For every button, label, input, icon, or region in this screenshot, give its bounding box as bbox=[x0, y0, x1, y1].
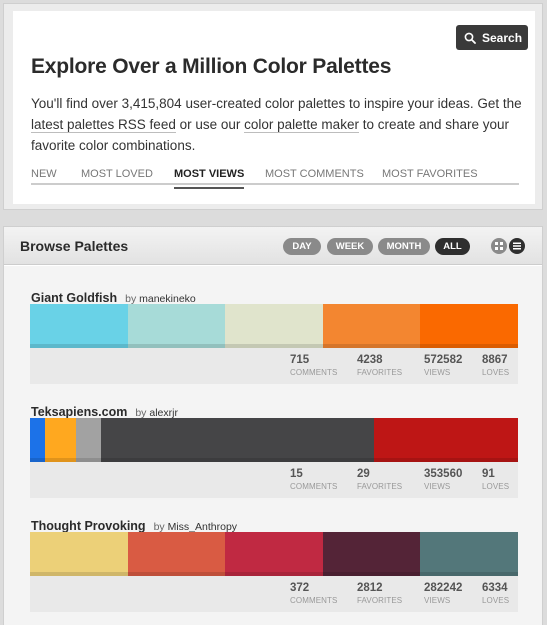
comments-label: COMMENTS bbox=[290, 368, 338, 377]
search-button-label: Search bbox=[482, 30, 523, 45]
palette-swatches[interactable] bbox=[30, 418, 518, 462]
loves-count: 91 bbox=[482, 468, 495, 480]
comments-count: 15 bbox=[290, 468, 303, 480]
color-swatch[interactable] bbox=[225, 304, 323, 348]
palette-card: Thought Provoking by Miss_Anthropy 372 COM… bbox=[30, 519, 518, 612]
palette-list: Giant Goldfish by manekineko 715 COMMENTS … bbox=[4, 266, 542, 625]
views-count: 572582 bbox=[424, 354, 463, 366]
browse-title: Browse Palettes bbox=[20, 238, 129, 254]
palette-card: Giant Goldfish by manekineko 715 COMMENTS … bbox=[30, 291, 518, 384]
filter-week-button[interactable]: WEEK bbox=[327, 238, 373, 255]
loves-count: 6334 bbox=[482, 582, 508, 594]
favorites-label: FAVORITES bbox=[357, 596, 403, 605]
color-swatch[interactable] bbox=[30, 532, 128, 576]
comments-label: COMMENTS bbox=[290, 596, 338, 605]
loves-label: LOVES bbox=[482, 596, 510, 605]
color-swatch[interactable] bbox=[374, 418, 518, 462]
stat-favorites: 2812 FAVORITES bbox=[357, 582, 402, 605]
comments-count: 715 bbox=[290, 354, 310, 366]
search-button[interactable]: Search bbox=[456, 25, 528, 50]
palette-card: Teksapiens.com by alexrjr 15 COMMENTS 29 FA… bbox=[30, 405, 518, 498]
stat-loves: 8867 LOVES bbox=[482, 354, 509, 377]
browse-panel: Browse Palettes DAY WEEK MONTH ALL Giant… bbox=[3, 226, 543, 625]
stat-loves: 6334 LOVES bbox=[482, 582, 509, 605]
palette-name[interactable]: Thought Provoking bbox=[31, 519, 146, 533]
palette-swatches[interactable] bbox=[30, 304, 518, 348]
stat-comments: 715 COMMENTS bbox=[290, 354, 337, 377]
browse-header: Browse Palettes DAY WEEK MONTH ALL bbox=[4, 227, 542, 265]
palette-title: Giant Goldfish by manekineko bbox=[31, 291, 196, 305]
palette-name[interactable]: Giant Goldfish bbox=[31, 291, 117, 305]
comments-label: COMMENTS bbox=[290, 482, 338, 491]
stat-favorites: 4238 FAVORITES bbox=[357, 354, 402, 377]
filter-month-button[interactable]: MONTH bbox=[378, 238, 430, 255]
comments-count: 372 bbox=[290, 582, 310, 594]
rss-feed-link[interactable]: latest palettes RSS feed bbox=[31, 117, 176, 133]
color-swatch[interactable] bbox=[44, 418, 77, 462]
views-label: VIEWS bbox=[424, 482, 451, 491]
tab-most-views[interactable]: Most Views bbox=[174, 168, 245, 189]
color-swatch[interactable] bbox=[225, 532, 323, 576]
tab-most-loved[interactable]: Most Loved bbox=[81, 168, 153, 180]
loves-label: LOVES bbox=[482, 482, 510, 491]
filter-day-button[interactable]: DAY bbox=[283, 238, 321, 255]
color-swatch[interactable] bbox=[420, 532, 518, 576]
stat-comments: 15 COMMENTS bbox=[290, 468, 337, 491]
views-count: 282242 bbox=[424, 582, 463, 594]
palette-title: Thought Provoking by Miss_Anthropy bbox=[31, 519, 237, 533]
loves-count: 8867 bbox=[482, 354, 508, 366]
views-label: VIEWS bbox=[424, 368, 451, 377]
intro-text-part-2: or use our bbox=[175, 117, 245, 132]
search-icon bbox=[464, 32, 476, 44]
color-swatch[interactable] bbox=[30, 418, 45, 462]
palette-stats: 15 COMMENTS 29 FAVORITES 353560 VIEWS 91 LOV… bbox=[30, 462, 518, 498]
views-count: 353560 bbox=[424, 468, 463, 480]
color-swatch[interactable] bbox=[76, 418, 102, 462]
color-swatch[interactable] bbox=[100, 418, 375, 462]
palette-maker-link[interactable]: color palette maker bbox=[244, 117, 359, 133]
palette-name[interactable]: Teksapiens.com bbox=[31, 405, 127, 419]
intro-text: You'll find over 3,415,804 user-created … bbox=[31, 93, 526, 156]
favorites-label: FAVORITES bbox=[357, 368, 403, 377]
sort-tabs: New Most Loved Most Views Most Comments … bbox=[31, 159, 519, 189]
loves-label: LOVES bbox=[482, 368, 510, 377]
tab-most-favorites[interactable]: Most Favorites bbox=[382, 168, 478, 180]
palette-stats: 372 COMMENTS 2812 FAVORITES 282242 VIEWS 63… bbox=[30, 576, 518, 612]
palette-title: Teksapiens.com by alexrjr bbox=[31, 405, 178, 419]
color-swatch[interactable] bbox=[420, 304, 518, 348]
views-label: VIEWS bbox=[424, 596, 451, 605]
filter-all-button[interactable]: ALL bbox=[435, 238, 470, 255]
list-view-icon[interactable] bbox=[509, 238, 525, 254]
stat-views: 282242 VIEWS bbox=[424, 582, 462, 605]
explore-panel: Search Explore Over a Million Color Pale… bbox=[3, 3, 543, 210]
stat-loves: 91 LOVES bbox=[482, 468, 509, 491]
stat-views: 353560 VIEWS bbox=[424, 468, 462, 491]
explore-content: Search Explore Over a Million Color Pale… bbox=[13, 11, 535, 204]
palette-stats: 715 COMMENTS 4238 FAVORITES 572582 VIEWS 88… bbox=[30, 348, 518, 384]
favorites-count: 29 bbox=[357, 468, 370, 480]
color-swatch[interactable] bbox=[127, 532, 226, 576]
tab-most-comments[interactable]: Most Comments bbox=[265, 168, 364, 180]
palette-swatches[interactable] bbox=[30, 532, 518, 576]
favorites-count: 4238 bbox=[357, 354, 383, 366]
tab-new[interactable]: New bbox=[31, 168, 57, 180]
color-swatch[interactable] bbox=[322, 304, 421, 348]
intro-text-part-1: You'll find over 3,415,804 user-created … bbox=[31, 96, 522, 111]
favorites-count: 2812 bbox=[357, 582, 383, 594]
color-swatch[interactable] bbox=[30, 304, 128, 348]
color-swatch[interactable] bbox=[322, 532, 421, 576]
grid-view-icon[interactable] bbox=[491, 238, 507, 254]
stat-favorites: 29 FAVORITES bbox=[357, 468, 402, 491]
page-title: Explore Over a Million Color Palettes bbox=[31, 55, 392, 78]
stat-views: 572582 VIEWS bbox=[424, 354, 462, 377]
favorites-label: FAVORITES bbox=[357, 482, 403, 491]
color-swatch[interactable] bbox=[127, 304, 226, 348]
stat-comments: 372 COMMENTS bbox=[290, 582, 337, 605]
